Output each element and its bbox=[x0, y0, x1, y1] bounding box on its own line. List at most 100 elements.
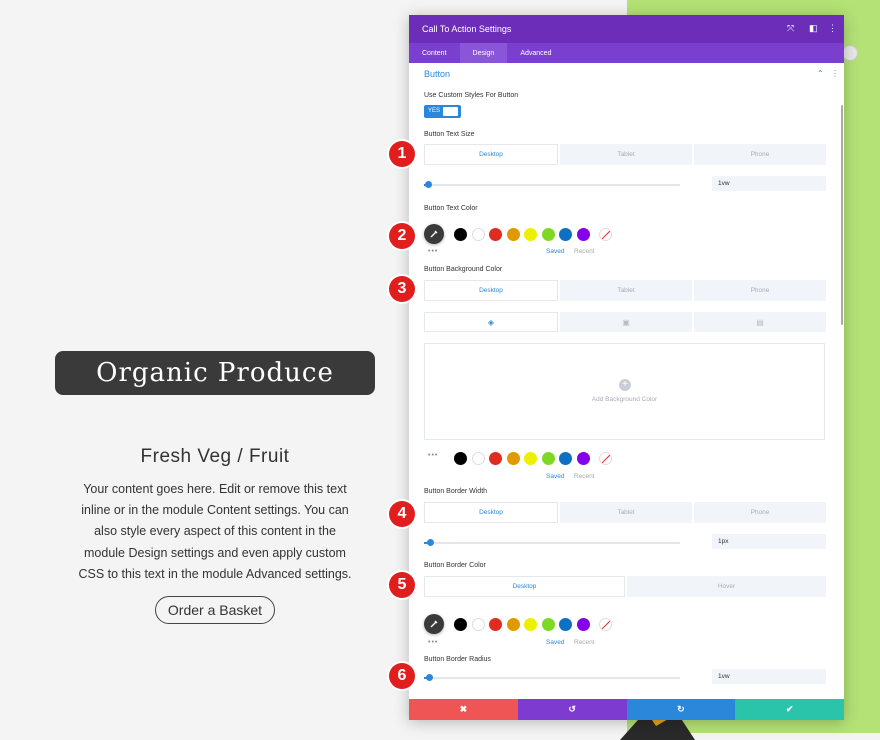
redo-button[interactable]: ↻ bbox=[626, 699, 736, 720]
border-width-device-tabs: Desktop Tablet Phone bbox=[424, 502, 826, 523]
add-bg-color-label: Add Background Color bbox=[591, 396, 658, 403]
panel-tabs: Content Design Advanced bbox=[409, 43, 844, 63]
recent-tab[interactable]: Recent bbox=[574, 639, 595, 646]
swatch-color[interactable] bbox=[471, 228, 485, 241]
cancel-button[interactable]: ✖ bbox=[409, 699, 518, 720]
swatch-color[interactable] bbox=[559, 618, 572, 631]
action-bar: ✖ ↺ ↻ ✔ bbox=[409, 699, 844, 720]
swatch-color[interactable] bbox=[489, 452, 502, 465]
bg-color-palette: ••• bbox=[424, 448, 624, 468]
slider-handle[interactable] bbox=[425, 181, 432, 188]
side-collapse-handle[interactable] bbox=[842, 45, 858, 61]
border-radius-input[interactable]: 1vw bbox=[712, 669, 826, 684]
swatch-color[interactable] bbox=[506, 228, 520, 241]
bg-gradient-tab-icon[interactable]: ▣ bbox=[560, 312, 692, 332]
swatch-color[interactable] bbox=[489, 618, 502, 631]
saved-tab[interactable]: Saved bbox=[546, 248, 564, 255]
saved-tab[interactable]: Saved bbox=[546, 473, 564, 480]
border-color-state-tabs: Desktop Hover bbox=[424, 576, 826, 597]
order-basket-button[interactable]: Order a Basket bbox=[155, 596, 275, 624]
text-size-device-tabs: Desktop Tablet Phone bbox=[424, 144, 826, 165]
border-width-slider[interactable] bbox=[424, 539, 680, 546]
swatch-color[interactable] bbox=[454, 618, 467, 631]
more-options-icon[interactable]: ⋮ bbox=[828, 23, 837, 34]
device-tab-desktop[interactable]: Desktop bbox=[424, 144, 558, 165]
snap-icon[interactable]: ◧ bbox=[809, 23, 818, 34]
swatch-color[interactable] bbox=[559, 452, 572, 465]
border-width-input[interactable]: 1px bbox=[712, 534, 826, 549]
panel-title: Call To Action Settings bbox=[422, 24, 512, 34]
slider-handle[interactable] bbox=[427, 539, 434, 546]
tab-content[interactable]: Content bbox=[409, 43, 460, 63]
swatch-color[interactable] bbox=[576, 618, 590, 631]
border-width-label: Button Border Width bbox=[424, 488, 488, 495]
device-tab-phone[interactable]: Phone bbox=[694, 502, 826, 523]
device-tab-phone[interactable]: Phone bbox=[694, 144, 826, 165]
save-button[interactable]: ✔ bbox=[735, 699, 844, 720]
settings-panel: Call To Action Settings ⤧ ◧ ⋮ Content De… bbox=[409, 15, 844, 720]
bg-image-tab-icon[interactable]: ▤ bbox=[694, 312, 826, 332]
swatch-color[interactable] bbox=[524, 228, 537, 241]
state-tab-desktop[interactable]: Desktop bbox=[424, 576, 625, 597]
slider-handle[interactable] bbox=[426, 674, 433, 681]
clear-color-swatch[interactable] bbox=[599, 618, 612, 631]
recent-tab[interactable]: Recent bbox=[574, 473, 595, 480]
more-colors-icon[interactable]: ••• bbox=[428, 248, 438, 255]
eyedropper-icon[interactable] bbox=[424, 614, 444, 634]
border-radius-slider[interactable] bbox=[424, 674, 680, 681]
swatch-color[interactable] bbox=[454, 452, 467, 465]
eyedropper-icon[interactable] bbox=[424, 224, 444, 244]
more-colors-icon[interactable]: ••• bbox=[428, 639, 438, 646]
text-size-slider[interactable] bbox=[424, 181, 680, 188]
text-color-palette bbox=[424, 224, 624, 244]
undo-button[interactable]: ↺ bbox=[517, 699, 627, 720]
saved-tab[interactable]: Saved bbox=[546, 639, 564, 646]
state-tab-hover[interactable]: Hover bbox=[627, 576, 826, 597]
custom-styles-label: Use Custom Styles For Button bbox=[424, 92, 519, 99]
bg-color-tab-icon[interactable]: ◈ bbox=[424, 312, 558, 332]
clear-color-swatch[interactable] bbox=[599, 452, 612, 465]
device-tab-phone[interactable]: Phone bbox=[694, 280, 826, 301]
recent-tab[interactable]: Recent bbox=[574, 248, 595, 255]
swatch-color[interactable] bbox=[454, 228, 467, 241]
section-more-icon[interactable]: ⋮ bbox=[831, 69, 839, 78]
section-controls: ⌃ ⋮ bbox=[817, 69, 839, 78]
device-tab-desktop[interactable]: Desktop bbox=[424, 280, 558, 301]
swatch-color[interactable] bbox=[576, 452, 590, 465]
swatch-color[interactable] bbox=[541, 228, 555, 241]
device-tab-desktop[interactable]: Desktop bbox=[424, 502, 558, 523]
swatch-color[interactable] bbox=[489, 228, 502, 241]
swatch-color[interactable] bbox=[524, 452, 537, 465]
text-size-label: Button Text Size bbox=[424, 131, 475, 138]
text-size-input[interactable]: 1vw bbox=[712, 176, 826, 191]
panel-scrollbar[interactable] bbox=[841, 105, 843, 325]
device-tab-tablet[interactable]: Tablet bbox=[560, 502, 692, 523]
add-icon[interactable]: + bbox=[619, 379, 631, 391]
swatch-color[interactable] bbox=[471, 452, 485, 465]
device-tab-tablet[interactable]: Tablet bbox=[560, 280, 692, 301]
swatch-color[interactable] bbox=[541, 452, 555, 465]
swatch-color[interactable] bbox=[506, 618, 520, 631]
swatch-color[interactable] bbox=[576, 228, 590, 241]
collapse-icon[interactable]: ⌃ bbox=[817, 69, 824, 78]
tab-advanced[interactable]: Advanced bbox=[507, 43, 564, 63]
swatch-color[interactable] bbox=[559, 228, 572, 241]
swatch-color[interactable] bbox=[471, 618, 485, 631]
expand-icon[interactable]: ⤧ bbox=[787, 23, 794, 34]
custom-styles-toggle[interactable]: YES bbox=[424, 105, 461, 118]
swatch-color[interactable] bbox=[524, 618, 537, 631]
tab-design[interactable]: Design bbox=[459, 43, 508, 63]
border-radius-label: Button Border Radius bbox=[424, 656, 491, 663]
swatch-color[interactable] bbox=[506, 452, 520, 465]
step-marker-3: 3 bbox=[389, 276, 415, 302]
border-color-palette bbox=[424, 614, 624, 634]
toggle-yes-text: YES bbox=[428, 108, 441, 114]
step-marker-5: 5 bbox=[389, 572, 415, 598]
add-bg-color-area[interactable]: + Add Background Color bbox=[424, 343, 825, 440]
clear-color-swatch[interactable] bbox=[599, 228, 612, 241]
swatch-color[interactable] bbox=[541, 618, 555, 631]
text-color-label: Button Text Color bbox=[424, 205, 478, 212]
device-tab-tablet[interactable]: Tablet bbox=[560, 144, 692, 165]
section-title-button[interactable]: Button bbox=[424, 69, 450, 79]
more-colors-icon[interactable]: ••• bbox=[428, 452, 438, 459]
